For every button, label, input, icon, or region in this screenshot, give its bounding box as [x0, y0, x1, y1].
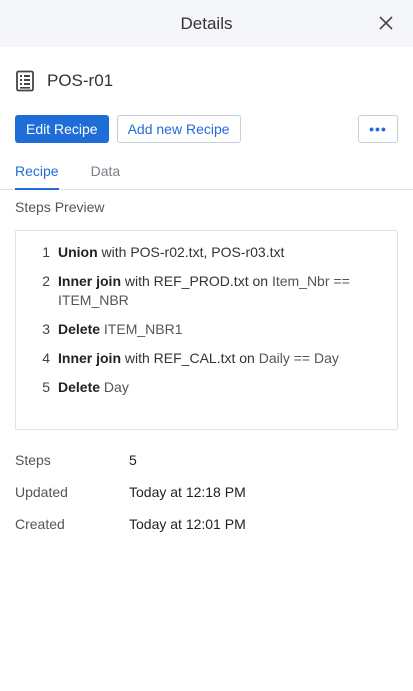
close-icon [379, 16, 393, 30]
step-text: Union with POS-r02.txt, POS-r03.txt [58, 243, 381, 262]
step-item: 3 Delete ITEM_NBR1 [16, 320, 381, 339]
step-fragment: with POS-r02.txt, POS-r03.txt [97, 244, 285, 260]
steps-preview-label: Steps Preview [15, 199, 105, 215]
step-column: Day [103, 379, 129, 395]
steps-preview-box: 1 Union with POS-r02.txt, POS-r03.txt 2 Inn… [15, 230, 398, 430]
meta-key: Created [15, 516, 65, 532]
step-text: Inner join with REF_PROD.txt on Item_Nbr… [58, 272, 381, 310]
recipe-name: POS-r01 [47, 71, 114, 90]
step-number: 3 [42, 321, 50, 337]
step-keyword: Inner join [58, 350, 121, 366]
step-column: Daily == Day [258, 350, 339, 366]
step-column: ITEM_NBR1 [103, 321, 183, 337]
step-number: 1 [42, 244, 50, 260]
add-new-recipe-button[interactable]: Add new Recipe [116, 115, 241, 143]
step-keyword: Delete [58, 379, 101, 395]
step-fragment: with REF_CAL.txt on [121, 350, 259, 366]
panel-title: Details [180, 13, 233, 33]
step-keyword: Union [58, 244, 98, 260]
recipe-title-row: POS-r01 [0, 59, 413, 103]
meta-key: Steps [15, 452, 51, 468]
step-item: 2 Inner join with REF_PROD.txt on Item_Nb… [16, 272, 381, 310]
meta-value: Today at 12:18 PM [129, 484, 246, 500]
action-bar: Edit Recipe Add new Recipe ••• [0, 115, 413, 143]
more-options-button[interactable]: ••• [358, 115, 398, 143]
step-text: Delete Day [58, 378, 381, 397]
meta-value: 5 [129, 452, 137, 468]
recipe-icon [16, 70, 34, 92]
details-panel: Details POS-r01 Edit Recipe Add new Reci… [0, 0, 413, 691]
panel-header: Details [0, 0, 413, 47]
step-number: 2 [42, 273, 50, 289]
meta-row-created: Created Today at 12:01 PM [15, 508, 398, 540]
tab-bar: Recipe Data [0, 163, 413, 190]
meta-row-steps: Steps 5 [15, 444, 398, 476]
step-number: 4 [42, 350, 50, 366]
step-item: 4 Inner join with REF_CAL.txt on Daily ==… [16, 349, 381, 368]
edit-recipe-button[interactable]: Edit Recipe [15, 115, 109, 143]
step-keyword: Inner join [58, 273, 121, 289]
tab-recipe[interactable]: Recipe [15, 163, 59, 190]
tab-data[interactable]: Data [91, 163, 121, 189]
step-item: 1 Union with POS-r02.txt, POS-r03.txt [16, 243, 381, 262]
recipe-meta: Steps 5 Updated Today at 12:18 PM Create… [0, 444, 413, 540]
step-fragment: with REF_PROD.txt on [121, 273, 272, 289]
step-keyword: Delete [58, 321, 101, 337]
meta-row-updated: Updated Today at 12:18 PM [15, 476, 398, 508]
step-text: Delete ITEM_NBR1 [58, 320, 381, 339]
close-button[interactable] [377, 14, 395, 32]
meta-value: Today at 12:01 PM [129, 516, 246, 532]
step-text: Inner join with REF_CAL.txt on Daily == … [58, 349, 381, 368]
step-number: 5 [42, 379, 50, 395]
step-item: 5 Delete Day [16, 378, 381, 397]
meta-key: Updated [15, 484, 68, 500]
